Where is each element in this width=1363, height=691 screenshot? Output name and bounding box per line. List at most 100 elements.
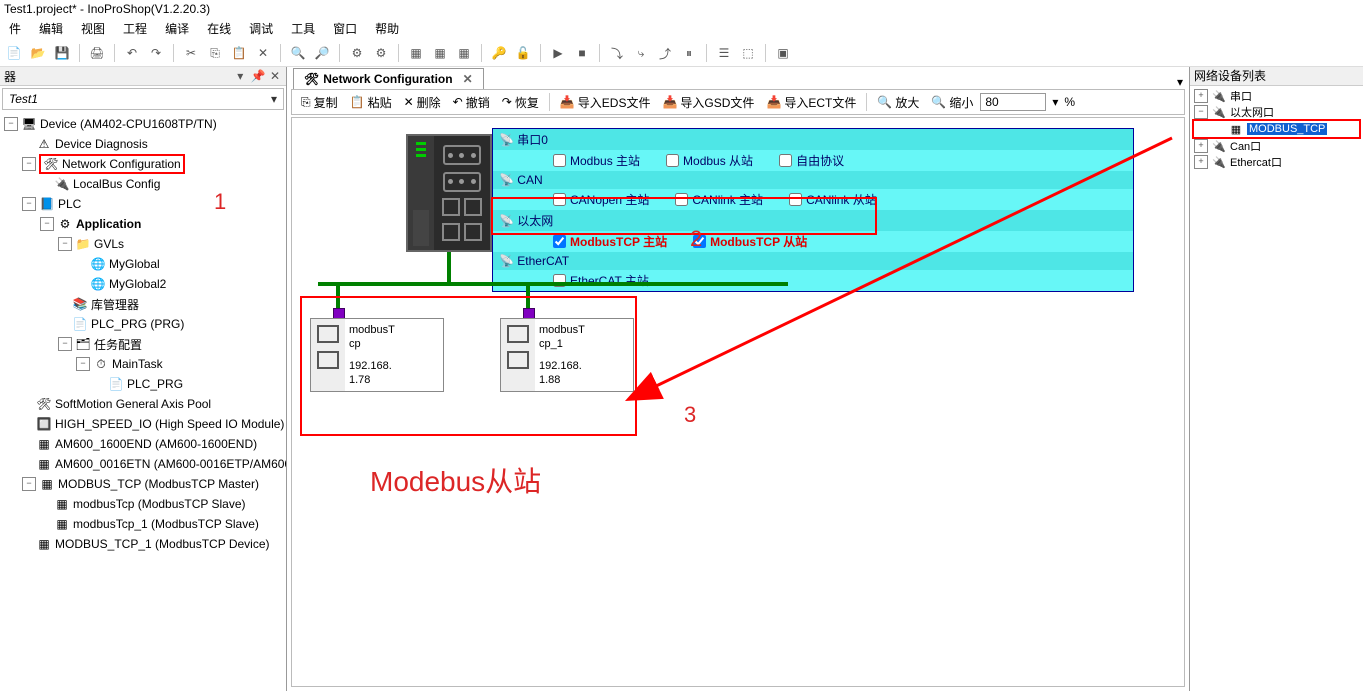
- zoom-out-button[interactable]: 🔍缩小: [926, 92, 978, 112]
- tree-maintask[interactable]: − ⏱ MainTask: [0, 354, 286, 374]
- stepover-icon[interactable]: ⤷: [631, 43, 651, 63]
- combo-dropdown-icon[interactable]: ▾: [271, 92, 283, 106]
- tree-taskcfg[interactable]: − 🗂 任务配置: [0, 334, 286, 354]
- redo-icon[interactable]: ↷: [146, 43, 166, 63]
- menu-help[interactable]: 帮助: [366, 18, 408, 40]
- menu-debug[interactable]: 调试: [240, 18, 282, 40]
- tree-modbus-master[interactable]: − ▦ MODBUS_TCP (ModbusTCP Master): [0, 474, 286, 494]
- step-icon[interactable]: ⤵: [607, 43, 627, 63]
- chk-canlink-s[interactable]: CANlink 从站: [789, 191, 877, 208]
- stepout-icon[interactable]: ⤴: [655, 43, 675, 63]
- tree-am600-0016[interactable]: ▦ AM600_0016ETN (AM600-0016ETP/AM600-001…: [0, 454, 286, 474]
- build-icon[interactable]: ⚙: [347, 43, 367, 63]
- collapse-icon[interactable]: −: [22, 477, 36, 491]
- import-gsd-button[interactable]: 📥导入GSD文件: [657, 92, 759, 112]
- find2-icon[interactable]: 🔎: [312, 43, 332, 63]
- menu-compile[interactable]: 编译: [156, 18, 198, 40]
- expand-icon[interactable]: +: [1194, 89, 1208, 103]
- collapse-icon[interactable]: −: [22, 197, 36, 211]
- slave-device-2[interactable]: modbusT cp_1 192.168. 1.88: [500, 318, 634, 392]
- new-icon[interactable]: 📄: [4, 43, 24, 63]
- slave-device-1[interactable]: modbusT cp 192.168. 1.78: [310, 318, 444, 392]
- collapse-icon[interactable]: −: [76, 357, 90, 371]
- collapse-icon[interactable]: −: [1194, 105, 1208, 119]
- tree-plcprg[interactable]: 📄 PLC_PRG (PRG): [0, 314, 286, 334]
- paste-button[interactable]: 📋粘贴: [345, 92, 397, 112]
- panel-pin-icon[interactable]: 📌: [251, 69, 265, 83]
- collapse-icon[interactable]: −: [58, 337, 72, 351]
- rtree-eth[interactable]: − 🔌 以太网口: [1192, 104, 1361, 120]
- tree-net-cfg[interactable]: − 🛠 Network Configuration: [0, 154, 286, 174]
- import-eds-button[interactable]: 📥导入EDS文件: [555, 92, 656, 112]
- delete-icon[interactable]: ✕: [253, 43, 273, 63]
- chk-modbustcp-master[interactable]: ModbusTCP 主站: [553, 233, 667, 250]
- delete-button[interactable]: ✕删除: [399, 92, 446, 112]
- menu-window[interactable]: 窗口: [324, 18, 366, 40]
- expand-icon[interactable]: +: [1194, 155, 1208, 169]
- bp-icon[interactable]: ⏸: [679, 43, 699, 63]
- chk-canopen[interactable]: CANopen 主站: [553, 191, 649, 208]
- collapse-icon[interactable]: −: [4, 117, 18, 131]
- grid2-icon[interactable]: ▦: [430, 43, 450, 63]
- tree-gvls[interactable]: − 📁 GVLs: [0, 234, 286, 254]
- rtree-ecat[interactable]: + 🔌 Ethercat口: [1192, 154, 1361, 170]
- chk-modbus-master[interactable]: Modbus 主站: [553, 152, 640, 169]
- extra1-icon[interactable]: ☰: [714, 43, 734, 63]
- print-icon[interactable]: 🖨: [87, 43, 107, 63]
- tree-am600-1600[interactable]: ▦ AM600_1600END (AM600-1600END): [0, 434, 286, 454]
- chk-canlink-m[interactable]: CANlink 主站: [675, 191, 763, 208]
- zoom-dropdown-icon[interactable]: ▾: [1048, 95, 1062, 109]
- panel-dropdown-icon[interactable]: ▾: [233, 69, 247, 83]
- tree-plcprg2[interactable]: 📄 PLC_PRG: [0, 374, 286, 394]
- rtree-serial[interactable]: + 🔌 串口: [1192, 88, 1361, 104]
- chk-modbustcp-slave[interactable]: ModbusTCP 从站: [693, 233, 807, 250]
- tree-localbus[interactable]: 🔌 LocalBus Config: [0, 174, 286, 194]
- tree-device[interactable]: − 🖥 Device (AM402-CPU1608TP/TN): [0, 114, 286, 134]
- rtree-modbus-tcp[interactable]: ▦ MODBUS_TCP: [1192, 119, 1361, 139]
- tab-dropdown-icon[interactable]: ▾: [1171, 75, 1189, 89]
- zoom-input[interactable]: 80: [980, 93, 1046, 111]
- tree-app[interactable]: − ⚙ Application: [0, 214, 286, 234]
- network-canvas[interactable]: 📡 串口0 Modbus 主站 Modbus 从站 自由协议 📡 CAN CAN…: [291, 117, 1185, 687]
- extra3-icon[interactable]: ▣: [773, 43, 793, 63]
- project-combo[interactable]: Test1 ▾: [2, 88, 284, 110]
- collapse-icon[interactable]: −: [22, 157, 36, 171]
- tree-modbus-s1[interactable]: ▦ modbusTcp (ModbusTCP Slave): [0, 494, 286, 514]
- menu-project[interactable]: 工程: [114, 18, 156, 40]
- copy-button[interactable]: ⎘复制: [296, 92, 343, 112]
- chk-free-protocol[interactable]: 自由协议: [779, 152, 844, 169]
- tree-modbus-dev[interactable]: ▦ MODBUS_TCP_1 (ModbusTCP Device): [0, 534, 286, 554]
- panel-close-icon[interactable]: ✕: [268, 69, 282, 83]
- undo-icon[interactable]: ↶: [122, 43, 142, 63]
- zoom-in-button[interactable]: 🔍放大: [872, 92, 924, 112]
- tree-modbus-s2[interactable]: ▦ modbusTcp_1 (ModbusTCP Slave): [0, 514, 286, 534]
- plc-device-image[interactable]: [406, 134, 492, 252]
- cut-icon[interactable]: ✂: [181, 43, 201, 63]
- open-icon[interactable]: 📂: [28, 43, 48, 63]
- grid3-icon[interactable]: ▦: [454, 43, 474, 63]
- import-ect-button[interactable]: 📥导入ECT文件: [761, 92, 861, 112]
- tree-myglobal2[interactable]: 🌐 MyGlobal2: [0, 274, 286, 294]
- tree-hsio[interactable]: 🔲 HIGH_SPEED_IO (High Speed IO Module): [0, 414, 286, 434]
- find-icon[interactable]: 🔍: [288, 43, 308, 63]
- tree-myglobal[interactable]: 🌐 MyGlobal: [0, 254, 286, 274]
- chk-modbus-slave[interactable]: Modbus 从站: [666, 152, 753, 169]
- copy-icon[interactable]: ⎘: [205, 43, 225, 63]
- save-icon[interactable]: 💾: [52, 43, 72, 63]
- extra2-icon[interactable]: ⬚: [738, 43, 758, 63]
- tree-softmotion[interactable]: 🛠 SoftMotion General Axis Pool: [0, 394, 286, 414]
- paste-icon[interactable]: 📋: [229, 43, 249, 63]
- stop-icon[interactable]: ■: [572, 43, 592, 63]
- menu-edit[interactable]: 编辑: [30, 18, 72, 40]
- redo-button[interactable]: ↷恢复: [497, 92, 544, 112]
- expand-icon[interactable]: +: [1194, 139, 1208, 153]
- menu-file[interactable]: 件: [0, 18, 30, 40]
- menu-tools[interactable]: 工具: [282, 18, 324, 40]
- tab-network-config[interactable]: 🛠 Network Configuration ✕: [293, 68, 484, 89]
- logout-icon[interactable]: 🔓: [513, 43, 533, 63]
- build2-icon[interactable]: ⚙: [371, 43, 391, 63]
- tree-libmgr[interactable]: 📚 库管理器: [0, 294, 286, 314]
- tab-close-icon[interactable]: ✕: [463, 72, 473, 86]
- tree-plc[interactable]: − 📘 PLC: [0, 194, 286, 214]
- collapse-icon[interactable]: −: [58, 237, 72, 251]
